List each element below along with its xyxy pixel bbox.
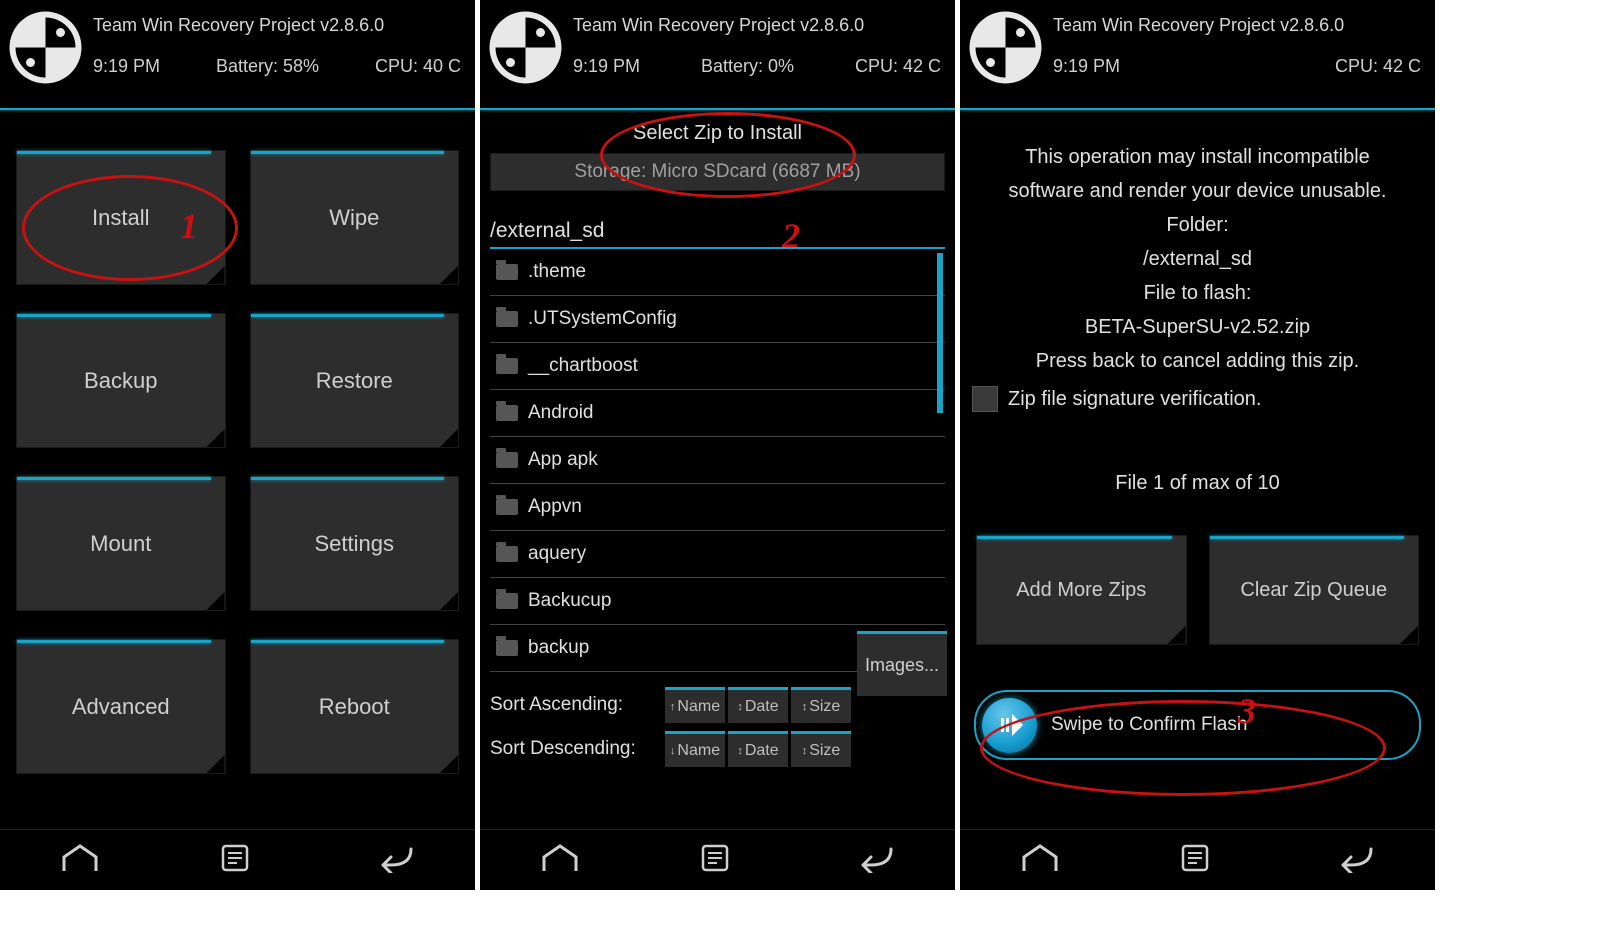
app-title: Team Win Recovery Project v2.8.6.0: [573, 15, 945, 36]
settings-button[interactable]: Settings: [250, 476, 460, 611]
list-item[interactable]: Android: [490, 390, 945, 437]
sort-desc-name-button[interactable]: ↓Name: [665, 731, 725, 767]
home-icon[interactable]: [1020, 843, 1060, 878]
list-item[interactable]: App apk: [490, 437, 945, 484]
sort-desc-size-button[interactable]: ↕Size: [791, 731, 851, 767]
backup-button[interactable]: Backup: [16, 313, 226, 448]
twrp-logo-icon: [8, 10, 83, 85]
log-icon[interactable]: [219, 843, 251, 878]
back-icon[interactable]: [851, 843, 895, 878]
status-time: 9:19 PM: [1053, 56, 1120, 77]
scrollbar-thumb[interactable]: [937, 253, 943, 413]
status-battery: Battery: 58%: [216, 56, 319, 77]
folder-icon: [496, 593, 518, 609]
list-item[interactable]: .UTSystemConfig: [490, 296, 945, 343]
add-more-zips-button[interactable]: Add More Zips: [976, 535, 1187, 645]
twrp-logo-icon: [968, 10, 1043, 85]
list-item[interactable]: aquery: [490, 531, 945, 578]
folder-icon: [496, 311, 518, 327]
clear-zip-queue-button[interactable]: Clear Zip Queue: [1209, 535, 1420, 645]
sig-verify-checkbox[interactable]: [972, 386, 998, 412]
home-icon[interactable]: [540, 843, 580, 878]
home-icon[interactable]: [60, 843, 100, 878]
warning-text: This operation may install incompatible …: [960, 110, 1435, 378]
status-cpu: CPU: 40 C: [375, 56, 461, 77]
mount-button[interactable]: Mount: [16, 476, 226, 611]
screen-1-main-menu: Team Win Recovery Project v2.8.6.0 9:19 …: [0, 0, 475, 890]
sort-asc-label: Sort Ascending:: [490, 694, 665, 716]
restore-button[interactable]: Restore: [250, 313, 460, 448]
swipe-confirm-slider[interactable]: Swipe to Confirm Flash: [974, 690, 1421, 760]
swipe-thumb-icon[interactable]: [982, 698, 1037, 753]
file-count-label: File 1 of max of 10: [960, 472, 1435, 495]
install-button[interactable]: Install: [16, 150, 226, 285]
list-item[interactable]: __chartboost: [490, 343, 945, 390]
status-battery: Battery: 0%: [701, 56, 794, 77]
nav-bar: [0, 829, 475, 890]
status-time: 9:19 PM: [573, 56, 640, 77]
nav-bar: [480, 829, 955, 890]
screen-subtitle: Select Zip to Install: [480, 110, 955, 145]
sort-desc-label: Sort Descending:: [490, 738, 665, 760]
sort-asc-size-button[interactable]: ↕Size: [791, 687, 851, 723]
back-icon[interactable]: [1331, 843, 1375, 878]
swipe-label: Swipe to Confirm Flash: [1051, 714, 1247, 736]
images-button[interactable]: Images...: [857, 631, 947, 696]
folder-icon: [496, 358, 518, 374]
wipe-button[interactable]: Wipe: [250, 150, 460, 285]
list-item[interactable]: Backucup: [490, 578, 945, 625]
header: Team Win Recovery Project v2.8.6.0 9:19 …: [0, 0, 475, 110]
screen-2-file-browser: Team Win Recovery Project v2.8.6.0 9:19 …: [480, 0, 955, 890]
log-icon[interactable]: [699, 843, 731, 878]
folder-icon: [496, 405, 518, 421]
back-icon[interactable]: [371, 843, 415, 878]
advanced-button[interactable]: Advanced: [16, 639, 226, 774]
app-title: Team Win Recovery Project v2.8.6.0: [1053, 15, 1425, 36]
status-cpu: CPU: 42 C: [1335, 56, 1421, 77]
reboot-button[interactable]: Reboot: [250, 639, 460, 774]
sig-verify-label: Zip file signature verification.: [1008, 388, 1261, 411]
current-path-label: /external_sd: [490, 219, 945, 243]
folder-icon: [496, 546, 518, 562]
sort-asc-name-button[interactable]: ↑Name: [665, 687, 725, 723]
screen-3-confirm-flash: Team Win Recovery Project v2.8.6.0 9:19 …: [960, 0, 1435, 890]
header: Team Win Recovery Project v2.8.6.0 9:19 …: [960, 0, 1435, 110]
folder-icon: [496, 499, 518, 515]
log-icon[interactable]: [1179, 843, 1211, 878]
header: Team Win Recovery Project v2.8.6.0 9:19 …: [480, 0, 955, 110]
list-item[interactable]: Appvn: [490, 484, 945, 531]
sort-asc-date-button[interactable]: ↕Date: [728, 687, 788, 723]
folder-icon: [496, 452, 518, 468]
file-list: .theme .UTSystemConfig __chartboost Andr…: [490, 247, 945, 681]
status-time: 9:19 PM: [93, 56, 160, 77]
status-cpu: CPU: 42 C: [855, 56, 941, 77]
nav-bar: [960, 829, 1435, 890]
folder-icon: [496, 264, 518, 280]
app-title: Team Win Recovery Project v2.8.6.0: [93, 15, 465, 36]
storage-select-button[interactable]: Storage: Micro SDcard (6687 MB): [490, 153, 945, 191]
sort-desc-date-button[interactable]: ↕Date: [728, 731, 788, 767]
twrp-logo-icon: [488, 10, 563, 85]
list-item[interactable]: .theme: [490, 249, 945, 296]
folder-icon: [496, 640, 518, 656]
